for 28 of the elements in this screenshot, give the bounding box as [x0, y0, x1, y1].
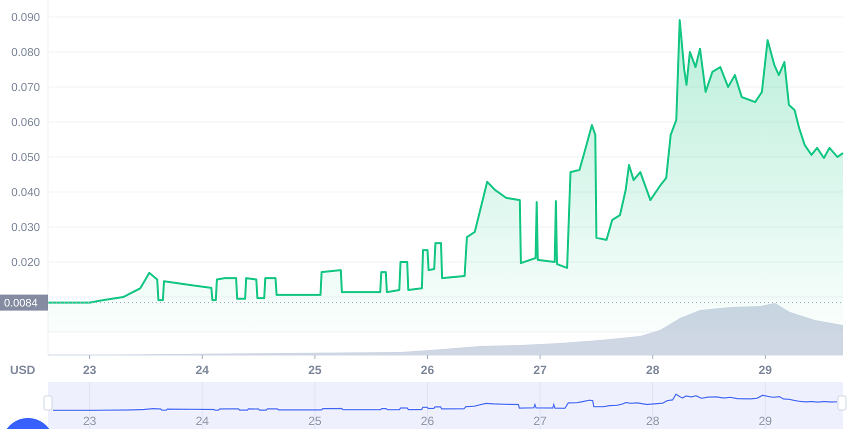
x-axis-label: 27 [533, 363, 547, 377]
y-axis-label: 0.040 [11, 187, 40, 199]
x-axis-label: 25 [308, 363, 322, 377]
y-axis-label: 0.090 [11, 12, 40, 24]
navigator-handle[interactable] [44, 396, 52, 410]
x-axis-label: 24 [196, 363, 209, 377]
navigator-label: 24 [196, 414, 209, 428]
navigator-label: 27 [533, 414, 547, 428]
y-axis-label: 0.060 [11, 117, 40, 129]
currency-label: USD [10, 363, 36, 377]
x-axis-label: 29 [758, 363, 772, 377]
x-axis-label: 28 [646, 363, 660, 377]
navigator-label: 25 [308, 414, 322, 428]
ref-line-label: 0.0084 [4, 298, 38, 310]
y-axis-label: 0.020 [11, 257, 40, 269]
price-marker-tag: 0.0084 [0, 294, 48, 311]
y-axis-label: 0.070 [11, 82, 40, 94]
navigator-label: 29 [758, 414, 772, 428]
y-axis-label: 0.050 [11, 152, 40, 164]
y-axis-label: 0.080 [11, 47, 40, 59]
navigator-label: 23 [82, 414, 96, 428]
navigator-track[interactable] [48, 382, 843, 429]
x-axis-label: 23 [82, 363, 96, 377]
navigator-handle[interactable] [838, 396, 846, 410]
y-axis-label: 0.030 [11, 222, 40, 234]
navigator-label: 26 [420, 414, 434, 428]
x-axis-label: 26 [420, 363, 434, 377]
navigator-label: 28 [646, 414, 660, 428]
